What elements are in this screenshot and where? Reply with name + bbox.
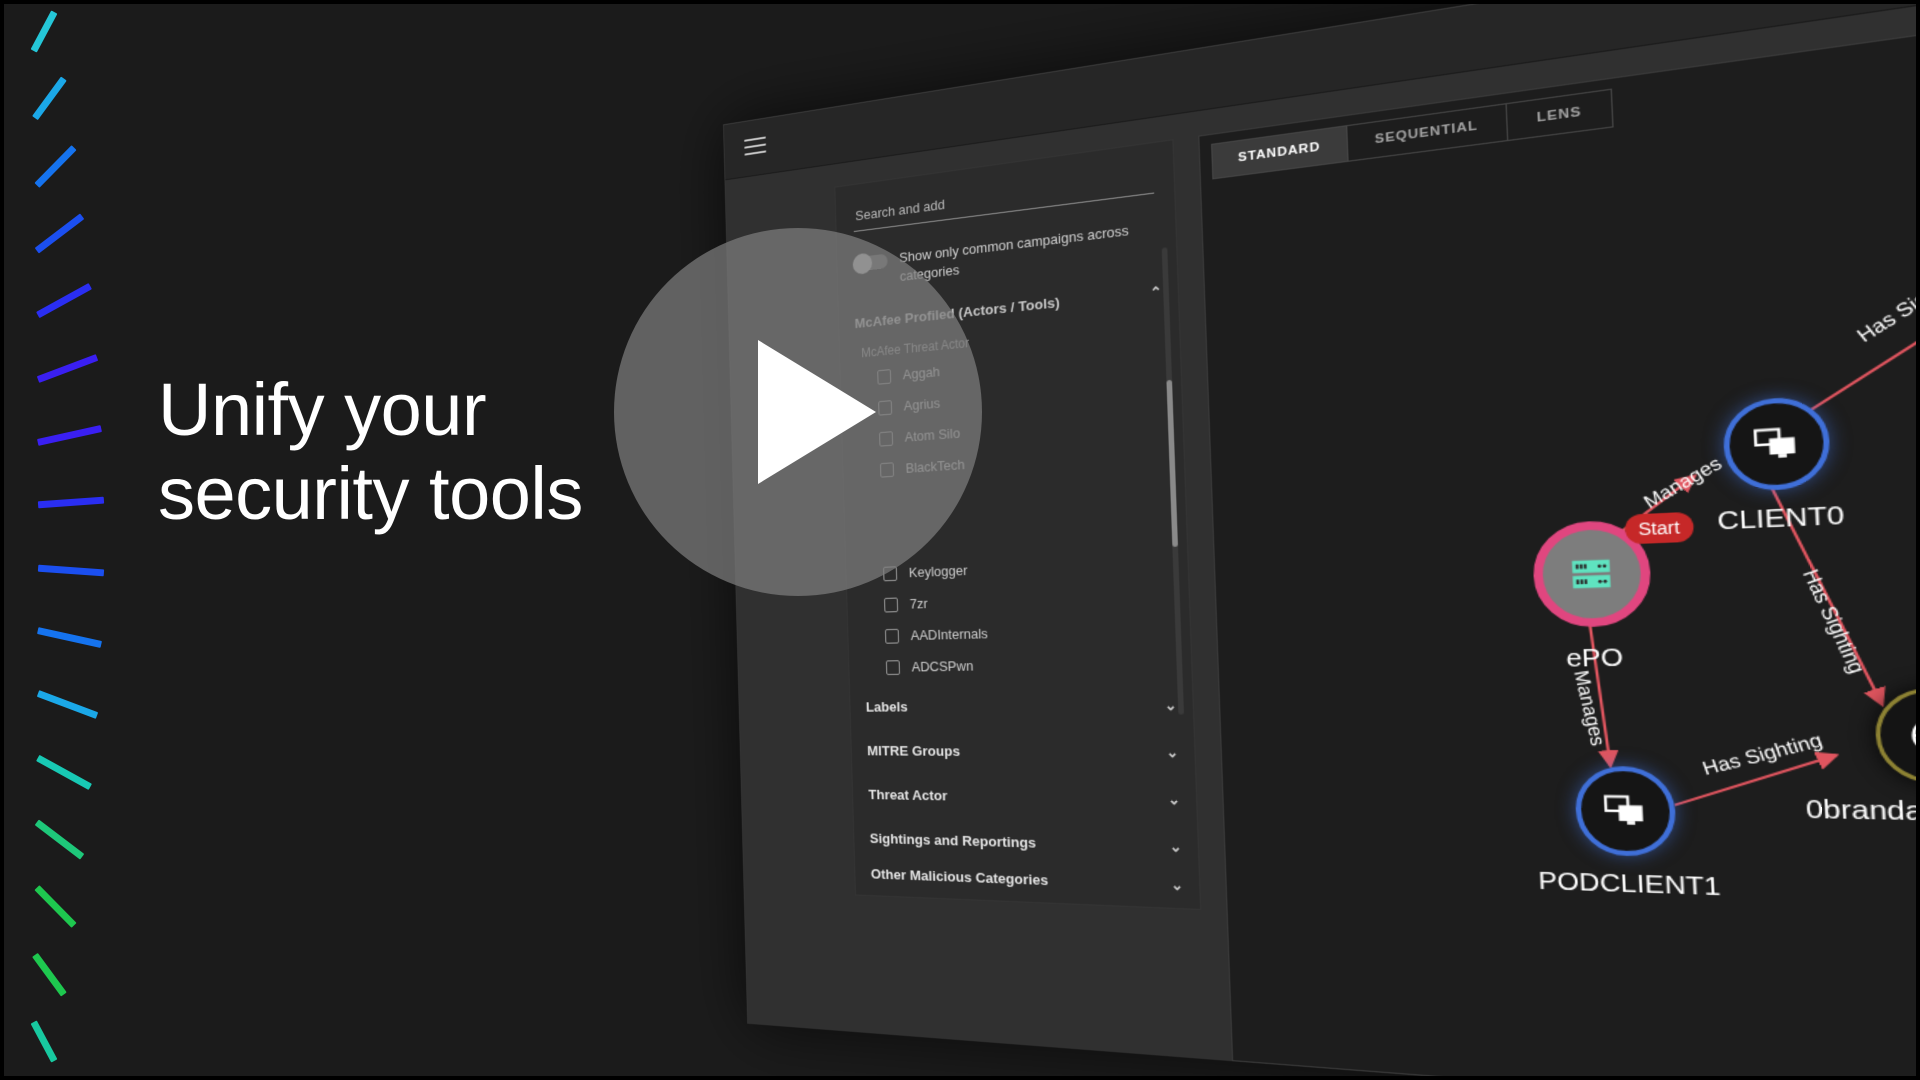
checkbox-label: 7zr: [909, 595, 928, 612]
decorative-stripe: [30, 1020, 58, 1063]
checkbox-icon[interactable]: [885, 659, 901, 675]
decorative-stripe: [33, 885, 77, 929]
monitors-icon: [1754, 427, 1796, 459]
chevron-down-icon[interactable]: ⌄: [1169, 838, 1182, 855]
decorative-stripe: [37, 425, 103, 446]
server-icon: [1571, 559, 1611, 589]
graph-node-label-client0: CLIENT0: [1716, 500, 1845, 536]
common-campaigns-toggle-label: Show only common campaigns across catego…: [898, 222, 1130, 284]
decorative-stripe: [37, 496, 104, 509]
graph-canvas[interactable]: Start ePO CLIENT0 PODCLIENT1 0brandaeyes…: [1201, 32, 1920, 1080]
checkbox-label: ADCSPwn: [911, 657, 974, 675]
panel-scrollbar[interactable]: [1161, 247, 1185, 715]
checkbox-row-adcspwn[interactable]: ADCSPwn: [885, 657, 974, 675]
play-triangle-icon: [758, 340, 876, 484]
chevron-down-icon[interactable]: ⌄: [1171, 876, 1184, 893]
checkbox-row-7zr[interactable]: 7zr: [884, 595, 928, 613]
accordion-labels-label: Labels: [865, 698, 908, 715]
decorative-stripe: [33, 144, 77, 188]
decorative-stripe: [37, 564, 104, 577]
decorative-stripe: [30, 10, 58, 53]
monitors-icon: [1603, 795, 1643, 826]
accordion-mitre-groups-label: MITRE Groups: [866, 742, 961, 760]
decorative-stripe: [32, 77, 67, 121]
tab-lens[interactable]: LENS: [1507, 90, 1612, 140]
app-screenshot: Show only common campaigns across catego…: [735, 120, 1920, 1020]
decorative-stripe: [36, 690, 99, 720]
checkbox-icon[interactable]: [884, 596, 899, 613]
chevron-down-icon[interactable]: ⌄: [1168, 791, 1181, 808]
graph-panel: STANDARD SEQUENTIAL LENS Start ePO CLIEN…: [1198, 0, 1920, 1080]
decorative-stripes: [0, 0, 120, 1080]
decorative-stripe: [35, 754, 93, 790]
graph-node-label-epo: ePO: [1565, 644, 1624, 674]
accordion-threat-actor-label: Threat Actor: [868, 786, 948, 804]
tab-sequential[interactable]: SEQUENTIAL: [1347, 104, 1509, 161]
accordion-threat-actor[interactable]: Threat Actor ⌄: [868, 787, 1180, 808]
accordion-sightings-reportings[interactable]: Sightings and Reportings ⌄: [870, 830, 1183, 855]
decorative-stripe: [36, 353, 99, 383]
decorative-stripe: [35, 213, 85, 254]
start-badge: Start: [1623, 511, 1695, 545]
video-poster: Unify your security tools Search and add…: [0, 0, 1920, 1080]
checkbox-label: Keylogger: [908, 562, 968, 581]
decorative-stripe: [35, 283, 93, 319]
chevron-down-icon[interactable]: ⌄: [1166, 744, 1179, 761]
scrollbar-thumb[interactable]: [1166, 379, 1178, 547]
checkbox-label: AADInternals: [910, 625, 989, 644]
decorative-stripe: [37, 627, 103, 648]
chevron-up-icon[interactable]: ⌃: [1150, 283, 1163, 301]
hamburger-icon[interactable]: [744, 136, 767, 157]
accordion-mitre-groups[interactable]: MITRE Groups ⌄: [867, 743, 1179, 761]
decorative-stripe: [32, 952, 67, 996]
play-button[interactable]: [614, 228, 982, 596]
chevron-down-icon[interactable]: ⌄: [1164, 697, 1177, 714]
graph-node-label-domain2: 0brandaeyes0.xyz: [1804, 794, 1920, 830]
checkbox-icon[interactable]: [884, 628, 900, 644]
checkbox-row-aadinternals[interactable]: AADInternals: [884, 625, 989, 644]
globe-icon: [1908, 715, 1920, 755]
accordion-other-malicious-label: Other Malicious Categories: [870, 865, 1049, 889]
decorative-stripe: [35, 819, 85, 860]
accordion-labels[interactable]: Labels ⌄: [866, 697, 1178, 715]
tab-standard[interactable]: STANDARD: [1212, 126, 1349, 179]
accordion-sightings-label: Sightings and Reportings: [869, 830, 1037, 851]
accordion-other-malicious[interactable]: Other Malicious Categories ⌄: [871, 866, 1184, 894]
